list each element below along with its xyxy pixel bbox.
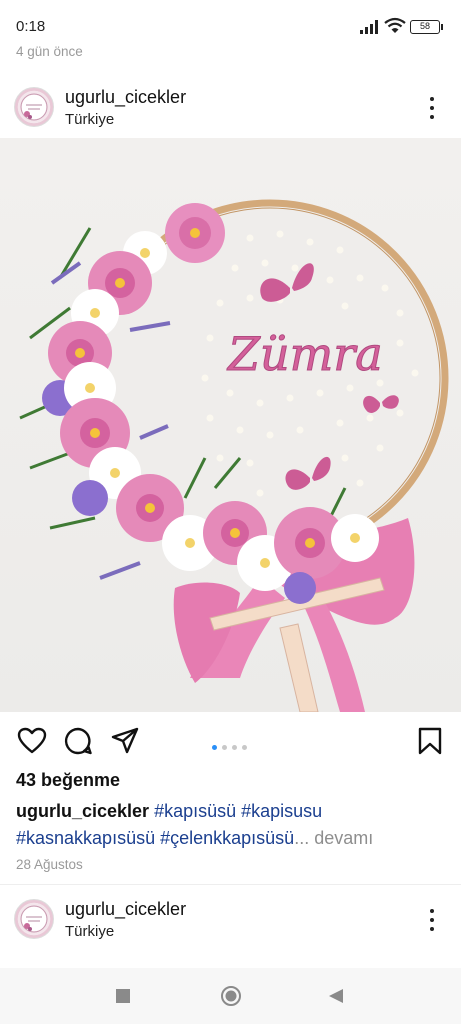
wreath-name-text: Zümra <box>226 327 383 381</box>
carousel-dot <box>222 745 227 750</box>
heart-icon[interactable] <box>17 726 47 756</box>
share-icon[interactable] <box>110 726 140 756</box>
post-username[interactable]: ugurlu_cicekler <box>65 899 186 920</box>
nav-square-icon[interactable] <box>116 989 130 1003</box>
caption-hashtags-line2[interactable]: #kasnakkapısüsü #çelenkkapısüsü <box>16 828 294 848</box>
nav-back-icon[interactable] <box>328 988 344 1004</box>
nav-circle-icon[interactable] <box>220 985 242 1007</box>
post-age: 4 gün önce <box>16 44 83 59</box>
status-time: 0:18 <box>16 18 46 35</box>
avatar[interactable] <box>14 87 54 127</box>
post-caption: ugurlu_cicekler #kapısüsü #kapisusu #kas… <box>16 798 456 852</box>
wifi-icon <box>384 17 406 33</box>
battery-icon: 58 <box>410 20 443 34</box>
system-nav-bar <box>0 968 461 1024</box>
carousel-indicator <box>212 737 252 755</box>
caption-more-link[interactable]: devamı <box>314 828 373 848</box>
caption-ellipsis: ... <box>294 828 310 848</box>
carousel-dot <box>242 745 247 750</box>
carousel-dot <box>212 745 217 750</box>
avatar[interactable] <box>14 899 54 939</box>
comment-icon[interactable] <box>63 726 93 756</box>
caption-hashtags-line1[interactable]: #kapısüsü #kapisusu <box>154 801 322 821</box>
carousel-dot <box>232 745 237 750</box>
post-location[interactable]: Türkiye <box>65 923 114 940</box>
like-count[interactable]: 43 beğenme <box>16 770 120 791</box>
more-icon[interactable] <box>429 97 435 119</box>
avatar-logo-icon <box>20 93 48 121</box>
caption-username[interactable]: ugurlu_cicekler <box>16 801 149 821</box>
signal-icon <box>360 20 378 34</box>
embroidery-hoop-wreath-image: Zümra <box>19 199 449 712</box>
status-bar: 0:18 58 <box>0 0 461 40</box>
bookmark-icon[interactable] <box>417 726 443 756</box>
post-date: 28 Ağustos <box>16 857 83 872</box>
post-location[interactable]: Türkiye <box>65 111 114 128</box>
avatar-logo-icon <box>20 905 48 933</box>
post-separator <box>0 884 461 885</box>
post-image[interactable]: Zümra <box>0 138 461 712</box>
post-username[interactable]: ugurlu_cicekler <box>65 87 186 108</box>
more-icon[interactable] <box>429 909 435 931</box>
